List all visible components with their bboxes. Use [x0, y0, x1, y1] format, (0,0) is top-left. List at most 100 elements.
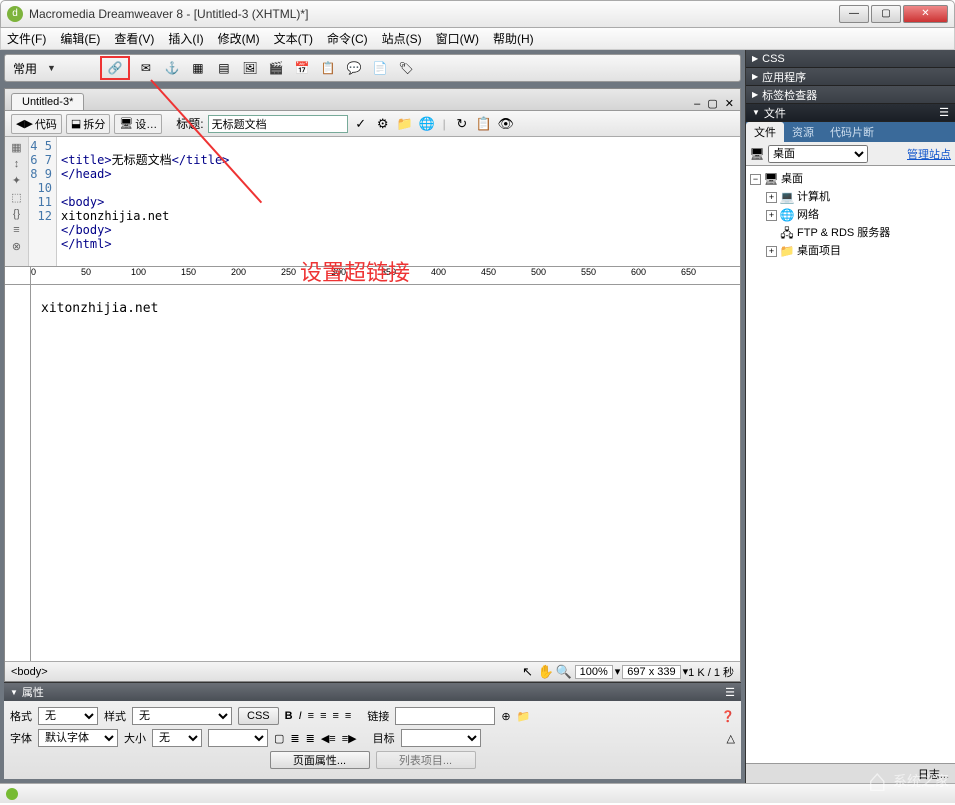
image-icon[interactable]: 🖼	[240, 59, 260, 77]
preview-icon[interactable]: 🌐	[418, 115, 436, 133]
assets-tab[interactable]: 资源	[784, 122, 822, 142]
toolbar-category-label[interactable]: 常用	[13, 60, 37, 77]
outdent-icon[interactable]: ◀≡	[321, 732, 336, 745]
style-select[interactable]: 无	[132, 707, 232, 725]
browse-folder-icon[interactable]: 📁	[517, 710, 531, 723]
check-icon[interactable]: ⚙	[374, 115, 392, 133]
file-mgmt-icon[interactable]: 📁	[396, 115, 414, 133]
table-icon[interactable]: ▦	[188, 59, 208, 77]
hand-tool-icon[interactable]: ✋	[537, 663, 555, 681]
files-tab[interactable]: 文件	[746, 122, 784, 142]
menu-site[interactable]: 站点(S)	[382, 30, 422, 47]
code-text[interactable]: <title>无标题文档</title> </head> <body> xito…	[57, 137, 740, 266]
window-titlebar: d Macromedia Dreamweaver 8 - [Untitled-3…	[0, 0, 955, 28]
tree-expand-icon[interactable]: +	[766, 246, 777, 257]
page-properties-button[interactable]: 页面属性...	[270, 751, 370, 769]
align-center-icon[interactable]: ≡	[320, 710, 326, 722]
properties-panel: ▼ 属性 ☰ 格式 无 样式 无 CSS B I ≡ ≡ ≡ ≡ 链接	[4, 682, 741, 779]
app-icon: d	[7, 6, 23, 22]
zoom-value[interactable]: 100%	[575, 665, 613, 679]
panel-menu-icon[interactable]: ☰	[725, 686, 735, 699]
help-icon[interactable]: ❓	[721, 710, 735, 723]
close-button[interactable]: ✕	[903, 5, 948, 23]
select-tool-icon[interactable]: ↖	[519, 663, 537, 681]
italic-button[interactable]: I	[299, 710, 302, 722]
menu-modify[interactable]: 修改(M)	[218, 30, 260, 47]
document-panel: Untitled-3* – ▢ ✕ ◀▶代码 ⬓拆分 🖥设… 标题: ✓ ⚙ 📁…	[4, 88, 741, 682]
code-gutter: ▦↕✦⬚{}≡⊗	[5, 137, 29, 266]
link-label: 链接	[367, 708, 389, 724]
color-swatch[interactable]: ▢	[274, 732, 284, 745]
tree-collapse-icon[interactable]: −	[750, 174, 761, 185]
chevron-down-icon[interactable]: ▼	[47, 63, 56, 73]
align-right-icon[interactable]: ≡	[332, 710, 338, 722]
menu-command[interactable]: 命令(C)	[327, 30, 368, 47]
template-icon[interactable]: 📄	[370, 59, 390, 77]
size-unit-select[interactable]	[208, 729, 268, 747]
snippets-tab[interactable]: 代码片断	[822, 122, 882, 142]
list-ol-icon[interactable]: ≣	[306, 732, 315, 745]
manage-sites-link[interactable]: 管理站点	[907, 146, 951, 162]
tag-icon[interactable]: 🏷	[396, 59, 416, 77]
font-select[interactable]: 默认字体	[38, 729, 118, 747]
menu-text[interactable]: 文本(T)	[274, 30, 313, 47]
size-select[interactable]: 无	[152, 729, 202, 747]
doc-window-controls[interactable]: – ▢ ✕	[694, 97, 736, 110]
bold-button[interactable]: B	[285, 710, 293, 722]
design-content[interactable]: xitonzhijia.net	[31, 285, 740, 661]
minimize-button[interactable]: —	[839, 5, 869, 23]
expand-icon[interactable]: △	[727, 732, 735, 745]
css-button[interactable]: CSS	[238, 707, 279, 725]
tag-panel-header[interactable]: ▶标签检查器	[746, 86, 955, 104]
window-size[interactable]: 697 x 339	[622, 665, 680, 679]
chevron-down-icon[interactable]: ▾	[615, 665, 621, 678]
point-to-file-icon[interactable]: ⊕	[501, 710, 510, 723]
align-justify-icon[interactable]: ≡	[345, 710, 351, 722]
target-select[interactable]	[401, 729, 481, 747]
design-view[interactable]: xitonzhijia.net	[5, 285, 740, 661]
font-label: 字体	[10, 730, 32, 746]
title-label: 标题:	[176, 115, 203, 132]
indent-icon[interactable]: ≡▶	[342, 732, 357, 745]
collapse-icon[interactable]: ▼	[10, 688, 18, 697]
properties-title: 属性	[22, 684, 44, 700]
menu-edit[interactable]: 编辑(E)	[60, 30, 100, 47]
comment-icon[interactable]: 💬	[344, 59, 364, 77]
refresh-icon[interactable]: ↻	[453, 115, 471, 133]
menu-view[interactable]: 查看(V)	[114, 30, 154, 47]
layout-icon[interactable]: ▤	[214, 59, 234, 77]
page-title-input[interactable]	[208, 115, 348, 133]
split-view-button[interactable]: ⬓拆分	[66, 114, 110, 134]
document-tab[interactable]: Untitled-3*	[11, 93, 84, 110]
anchor-icon[interactable]: ⚓	[162, 59, 182, 77]
zoom-tool-icon[interactable]: 🔍	[555, 663, 573, 681]
maximize-button[interactable]: ▢	[871, 5, 901, 23]
site-select[interactable]: 桌面	[768, 145, 868, 163]
date-icon[interactable]: 📅	[292, 59, 312, 77]
media-icon[interactable]: 🎬	[266, 59, 286, 77]
validate-icon[interactable]: ✓	[352, 115, 370, 133]
file-tree[interactable]: −🖥桌面 +💻计算机 +🌐网络 🖧FTP & RDS 服务器 +📁桌面项目	[746, 166, 955, 763]
code-view-button[interactable]: ◀▶代码	[11, 114, 62, 134]
tree-expand-icon[interactable]: +	[766, 210, 777, 221]
tag-selector[interactable]: <body>	[11, 666, 48, 678]
page-size: 1 K / 1 秒	[688, 664, 734, 680]
link-input[interactable]	[395, 707, 495, 725]
app-panel-header[interactable]: ▶应用程序	[746, 68, 955, 86]
align-left-icon[interactable]: ≡	[308, 710, 314, 722]
menu-file[interactable]: 文件(F)	[7, 30, 46, 47]
menu-insert[interactable]: 插入(I)	[168, 30, 203, 47]
menu-help[interactable]: 帮助(H)	[493, 30, 534, 47]
format-select[interactable]: 无	[38, 707, 98, 725]
design-view-button[interactable]: 🖥设…	[114, 114, 162, 134]
visual-aids-icon[interactable]: 👁	[497, 115, 515, 133]
tree-expand-icon[interactable]: +	[766, 192, 777, 203]
view-options-icon[interactable]: 📋	[475, 115, 493, 133]
server-icon[interactable]: 📋	[318, 59, 338, 77]
hyperlink-icon[interactable]: 🔗	[105, 59, 125, 77]
files-panel-header[interactable]: ▼文件☰	[746, 104, 955, 122]
list-ul-icon[interactable]: ≣	[290, 732, 299, 745]
css-panel-header[interactable]: ▶CSS	[746, 50, 955, 68]
email-link-icon[interactable]: ✉	[136, 59, 156, 77]
menu-window[interactable]: 窗口(W)	[436, 30, 479, 47]
